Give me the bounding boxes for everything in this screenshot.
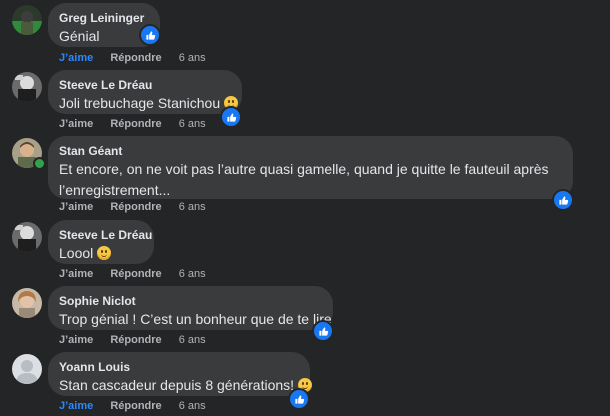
comment-text-content: Joli trebuchage Stanichou [59,95,221,111]
comment-timestamp[interactable]: 6 ans [179,52,206,64]
comment-text: Joli trebuchage Stanichou [59,93,239,114]
like-reaction-icon[interactable] [220,106,242,128]
like-reaction-icon[interactable] [139,24,161,46]
reply-link[interactable]: Répondre [110,118,161,130]
comment-bubble: Sophie Niclot Trop génial ! C’est un bon… [48,286,333,330]
like-link[interactable]: J’aime [59,201,93,213]
comment-author[interactable]: Steeve Le Dréau [59,227,152,243]
comment-actions: J’aime Répondre 6 ans [59,333,220,347]
comment-actions: J’aime Répondre 6 ans [59,51,220,65]
comment-timestamp[interactable]: 6 ans [179,118,206,130]
comment-text-line: l’enregistrement... [59,182,171,198]
avatar[interactable] [12,222,42,252]
comment-actions: J’aime Répondre 6 ans [59,117,220,131]
comment-author[interactable]: Stan Géant [59,143,562,159]
comment-text: Stan cascadeur depuis 8 générations! [59,375,313,396]
comment-bubble: Steeve Le Dréau Loool [48,220,154,264]
avatar[interactable] [12,72,42,102]
like-reaction-icon[interactable] [552,189,574,211]
online-status-indicator [33,157,46,170]
reply-link[interactable]: Répondre [110,268,161,280]
comment-actions: J’aime Répondre 6 ans [59,200,220,214]
comments-section: Greg Leininger Génial J’aime Répondre 6 … [0,0,610,416]
comment-bubble: Steeve Le Dréau Joli trebuchage Stanicho… [48,70,242,114]
reply-link[interactable]: Répondre [110,201,161,213]
comment-text-content: Loool [59,245,94,261]
comment-author[interactable]: Greg Leininger [59,10,149,26]
avatar[interactable] [12,288,42,318]
like-link[interactable]: J’aime [59,400,93,412]
comment-timestamp[interactable]: 6 ans [179,334,206,346]
reply-link[interactable]: Répondre [110,400,161,412]
reply-link[interactable]: Répondre [110,334,161,346]
comment-text-line: Et encore, on ne voit pas l’autre quasi … [59,161,549,177]
comment-timestamp[interactable]: 6 ans [179,268,206,280]
comment-text: Loool [59,243,143,264]
comment-bubble: Yoann Louis Stan cascadeur depuis 8 géné… [48,352,313,396]
comment-timestamp[interactable]: 6 ans [179,400,206,412]
comment-text: Génial [59,28,100,44]
like-link[interactable]: J’aime [59,52,93,64]
comment-author[interactable]: Yoann Louis [59,359,299,375]
avatar[interactable] [12,5,42,35]
like-link[interactable]: J’aime [59,268,93,280]
comment-actions: J’aime Répondre 6 ans [59,267,220,281]
smiley-emoji-icon [97,246,112,260]
like-reaction-icon[interactable] [312,320,334,342]
comment-bubble: Stan Géant Et encore, on ne voit pas l’a… [48,136,573,199]
comment-text-content: Stan cascadeur depuis 8 générations! [59,377,295,393]
comment-author[interactable]: Steeve Le Dréau [59,77,231,93]
avatar[interactable] [12,354,42,384]
comment-author[interactable]: Sophie Niclot [59,293,322,309]
comment-text: Trop génial ! C’est un bonheur que de te… [59,311,332,327]
like-link[interactable]: J’aime [59,334,93,346]
comment-actions: J’aime Répondre 6 ans [59,399,220,413]
reply-link[interactable]: Répondre [110,52,161,64]
comment-timestamp[interactable]: 6 ans [179,201,206,213]
like-reaction-icon[interactable] [288,388,310,410]
like-link[interactable]: J’aime [59,118,93,130]
